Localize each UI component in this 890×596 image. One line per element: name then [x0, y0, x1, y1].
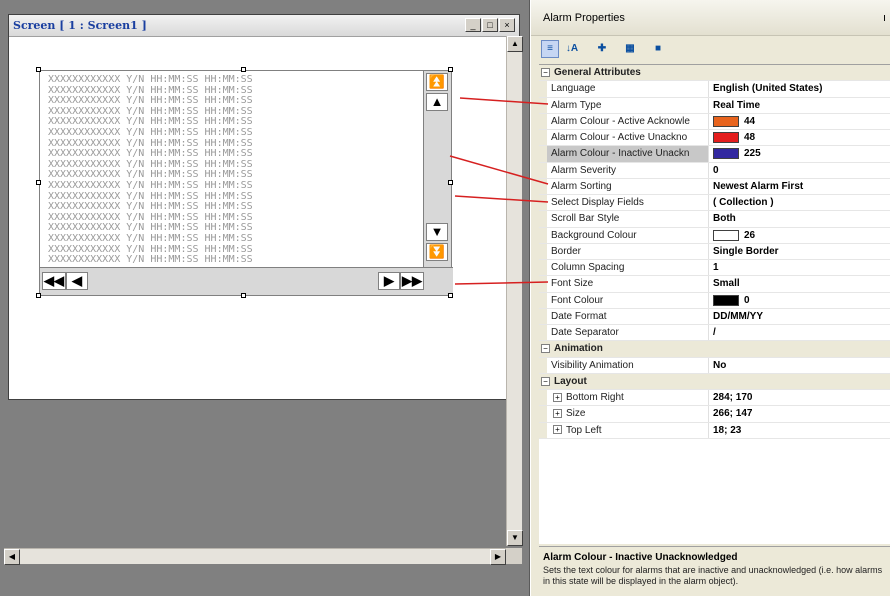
help-title: Alarm Colour - Inactive Unacknowledged	[543, 552, 738, 563]
help-text: Sets the text colour for alarms that are…	[543, 565, 883, 586]
property-row-colour-active-ack[interactable]: Alarm Colour - Active Acknowle 44	[539, 113, 890, 130]
categorized-icon[interactable]: ≡	[541, 40, 559, 58]
collapse-icon[interactable]: −	[541, 67, 550, 77]
alarm-horizontal-scrollbar[interactable]: ◀◀ ◀ ▶ ▶▶	[40, 267, 453, 295]
collapse-icon[interactable]: −	[541, 344, 550, 354]
property-row-top-left[interactable]: + Top Left 18; 23	[539, 422, 890, 439]
property-row-date-separator[interactable]: Date Separator /	[539, 325, 890, 342]
resize-handle[interactable]	[36, 67, 41, 72]
category-animation[interactable]: − Animation	[539, 341, 890, 358]
category-label: Animation	[554, 343, 603, 355]
property-row-column-spacing[interactable]: Column Spacing 1	[539, 260, 890, 277]
screen-window: Screen [ 1 : Screen1 ] _ □ × XXXXXXXXXXX…	[8, 14, 520, 400]
close-button[interactable]: ×	[499, 18, 515, 32]
color-swatch	[713, 132, 739, 144]
sort-az-icon[interactable]: ↓A	[563, 40, 581, 58]
panel-title: Alarm Properties	[543, 12, 625, 24]
properties-panel: Alarm Properties ı ≡ ↓A ✚ ▦ ■ − General A…	[531, 0, 890, 596]
property-row-font-size[interactable]: Font Size Small	[539, 276, 890, 293]
editor-horizontal-scrollbar[interactable]: ◀ ▶	[4, 548, 522, 565]
collapse-icon[interactable]: −	[541, 376, 550, 386]
expand-icon[interactable]: +	[553, 392, 562, 402]
color-swatch	[713, 148, 739, 160]
alarm-list: XXXXXXXXXXXX Y/N HH:MM:SS HH:MM:SS XXXXXX…	[48, 74, 416, 266]
size-grip[interactable]	[506, 548, 522, 564]
color-swatch	[713, 294, 739, 306]
property-grid: − General Attributes Language English (Uni…	[539, 64, 890, 544]
editor-area: Screen [ 1 : Screen1 ] _ □ × XXXXXXXXXXX…	[0, 0, 530, 596]
property-row-alarm-sorting[interactable]: Alarm Sorting Newest Alarm First	[539, 178, 890, 195]
screen-titlebar[interactable]: Screen [ 1 : Screen1 ] _ □ ×	[9, 15, 519, 37]
alarm-row: XXXXXXXXXXXX Y/N HH:MM:SS HH:MM:SS	[48, 254, 253, 266]
category-label: Layout	[554, 375, 587, 387]
scroll-left-icon[interactable]: ◀	[4, 549, 20, 565]
expand-icon[interactable]: +	[553, 425, 562, 435]
scroll-up-icon[interactable]: ▲	[507, 36, 523, 52]
category-layout[interactable]: − Layout	[539, 373, 890, 390]
color-swatch	[713, 115, 739, 127]
property-row-language[interactable]: Language English (United States)	[539, 81, 890, 98]
scroll-up-icon[interactable]: ▲	[426, 93, 448, 111]
pin-icon[interactable]: ı	[883, 12, 886, 24]
property-row-font-colour[interactable]: Font Colour 0	[539, 292, 890, 309]
property-row-colour-active-unack[interactable]: Alarm Colour - Active Unackno 48	[539, 130, 890, 147]
scroll-right-icon[interactable]: ▶	[378, 272, 400, 290]
scroll-bottom-icon[interactable]: ⏬	[426, 243, 448, 261]
scroll-top-icon[interactable]: ⏫	[426, 73, 448, 91]
scroll-left-icon[interactable]: ◀	[66, 272, 88, 290]
resize-handle[interactable]	[36, 180, 41, 185]
resize-handle[interactable]	[448, 67, 453, 72]
alarm-vertical-scrollbar[interactable]: ⏫ ▲ ▼ ⏬	[423, 71, 451, 267]
property-row-alarm-type[interactable]: Alarm Type Real Time	[539, 97, 890, 114]
scroll-down-icon[interactable]: ▼	[507, 530, 523, 546]
expand-icon[interactable]: +	[553, 409, 562, 419]
properties-icon[interactable]: ▦	[621, 40, 639, 58]
alarm-row: XXXXXXXXXXXX Y/N HH:MM:SS HH:MM:SS	[48, 74, 253, 85]
property-row-bottom-right[interactable]: + Bottom Right 284; 170	[539, 390, 890, 407]
property-row-visibility-animation[interactable]: Visibility Animation No	[539, 357, 890, 374]
resize-handle[interactable]	[36, 293, 41, 298]
scroll-right-icon[interactable]: ▶	[490, 549, 506, 565]
category-label: General Attributes	[554, 67, 641, 78]
panel-titlebar: Alarm Properties ı	[531, 0, 890, 36]
alarm-row: XXXXXXXXXXXX Y/N HH:MM:SS HH:MM:SS	[48, 126, 253, 138]
screen-title: Screen [ 1 : Screen1 ]	[13, 19, 147, 32]
property-row-colour-inactive-unack[interactable]: Alarm Colour - Inactive Unackn 225	[539, 146, 890, 163]
property-row-background-colour[interactable]: Background Colour 26	[539, 227, 890, 244]
scroll-down-icon[interactable]: ▼	[426, 223, 448, 241]
alarm-row: XXXXXXXXXXXX Y/N HH:MM:SS HH:MM:SS	[48, 232, 253, 244]
scroll-last-icon[interactable]: ▶▶	[400, 272, 424, 290]
help-pane: Alarm Colour - Inactive Unacknowledged S…	[539, 546, 890, 596]
panel-toolbar: ≡ ↓A ✚ ▦ ■	[531, 36, 890, 64]
minimize-button[interactable]: _	[465, 18, 481, 32]
resize-handle[interactable]	[241, 67, 246, 72]
resize-handle[interactable]	[448, 293, 453, 298]
resize-handle[interactable]	[241, 293, 246, 298]
alarm-object[interactable]: XXXXXXXXXXXX Y/N HH:MM:SS HH:MM:SS XXXXXX…	[39, 70, 453, 296]
window-controls: _ □ ×	[465, 18, 515, 32]
events-icon[interactable]: ■	[649, 40, 667, 58]
property-row-scroll-bar-style[interactable]: Scroll Bar Style Both	[539, 211, 890, 228]
property-row-alarm-severity[interactable]: Alarm Severity 0	[539, 162, 890, 179]
property-row-date-format[interactable]: Date Format DD/MM/YY	[539, 308, 890, 325]
property-row-display-fields[interactable]: Select Display Fields( Collection )	[539, 195, 890, 212]
property-row-size[interactable]: + Size 266; 147	[539, 406, 890, 423]
property-row-border[interactable]: Border Single Border	[539, 243, 890, 260]
restore-button[interactable]: □	[482, 18, 498, 32]
scroll-first-icon[interactable]: ◀◀	[42, 272, 66, 290]
alarm-row: XXXXXXXXXXXX Y/N HH:MM:SS HH:MM:SS	[48, 179, 253, 191]
category-general[interactable]: − General Attributes	[539, 65, 890, 82]
editor-vertical-scrollbar[interactable]: ▲ ▼	[506, 36, 523, 546]
resize-handle[interactable]	[448, 180, 453, 185]
expand-icon[interactable]: ✚	[593, 40, 611, 58]
color-swatch	[713, 229, 739, 241]
